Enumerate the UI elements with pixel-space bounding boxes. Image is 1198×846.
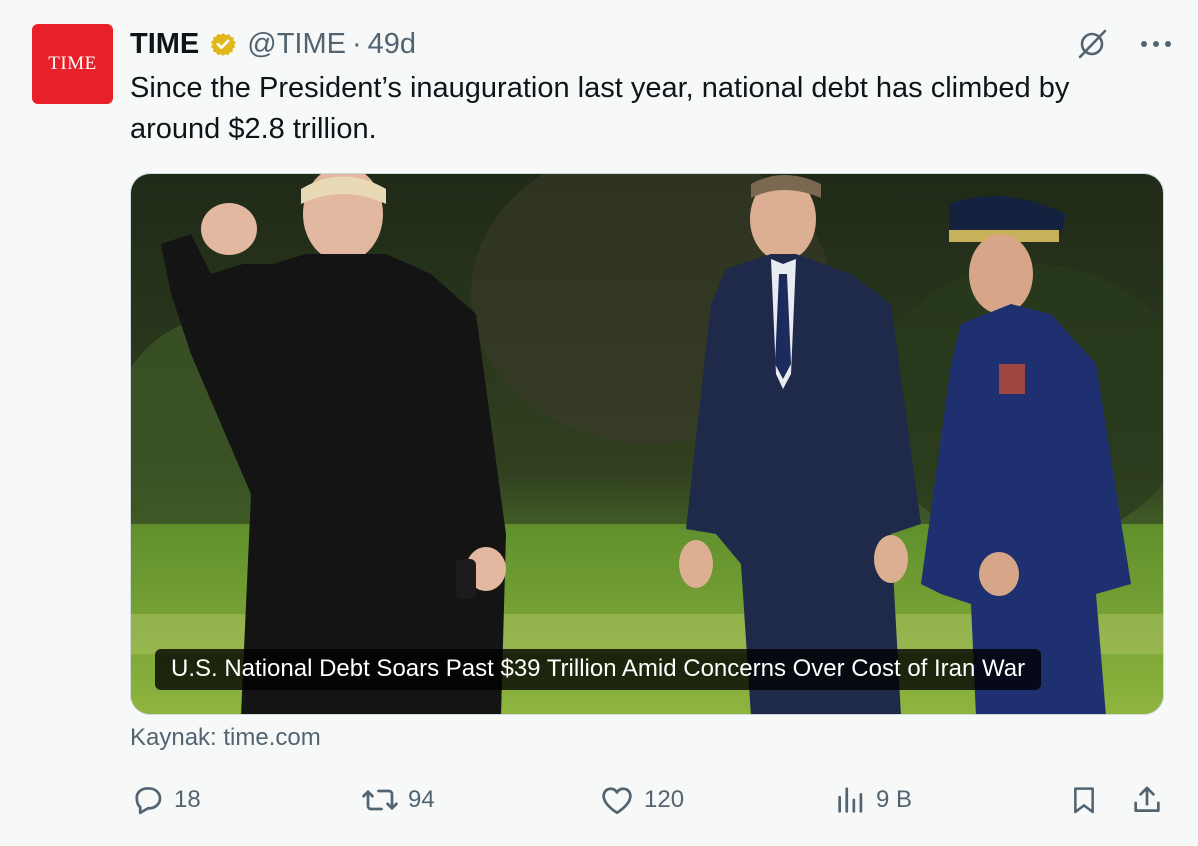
card-source[interactable]: Kaynak: time.com <box>130 724 321 752</box>
timestamp[interactable]: 49d <box>368 28 416 61</box>
author-name[interactable]: TIME <box>130 28 199 61</box>
card-headline: U.S. National Debt Soars Past $39 Trilli… <box>155 649 1042 690</box>
verified-badge-icon[interactable] <box>207 28 239 60</box>
views-button[interactable]: 9 B <box>834 782 912 818</box>
repost-count: 94 <box>408 786 435 813</box>
views-count: 9 B <box>876 786 913 813</box>
separator: · <box>352 27 362 60</box>
tweet-actions: 18 94 120 9 B <box>130 782 1164 822</box>
share-icon <box>1134 786 1160 812</box>
bookmark-button[interactable] <box>1068 782 1108 818</box>
reply-button[interactable]: 18 <box>130 782 201 818</box>
tweet[interactable]: TIME TIME @TIME · 49d Since the Presiden… <box>0 0 1198 846</box>
link-card[interactable]: U.S. National Debt Soars Past $39 Trilli… <box>130 173 1164 715</box>
reply-icon <box>135 787 162 815</box>
reply-count: 18 <box>174 786 201 813</box>
card-photo <box>131 174 1163 714</box>
tweet-header: TIME @TIME · 49d <box>130 26 416 62</box>
repost-icon <box>362 789 398 811</box>
avatar[interactable]: TIME <box>32 24 113 104</box>
views-icon <box>838 787 863 813</box>
repost-button[interactable]: 94 <box>360 782 435 818</box>
share-button[interactable] <box>1130 782 1172 818</box>
heart-icon <box>602 787 632 815</box>
like-count: 120 <box>644 786 685 813</box>
time-logo: TIME <box>48 53 97 74</box>
tweet-top-actions <box>1074 26 1172 62</box>
grok-icon[interactable] <box>1074 26 1110 62</box>
tweet-text: Since the President’s inauguration last … <box>130 72 1070 145</box>
bookmark-icon <box>1074 787 1094 814</box>
author-handle[interactable]: @TIME <box>247 28 346 61</box>
more-icon[interactable] <box>1140 39 1172 49</box>
like-button[interactable]: 120 <box>598 782 684 818</box>
